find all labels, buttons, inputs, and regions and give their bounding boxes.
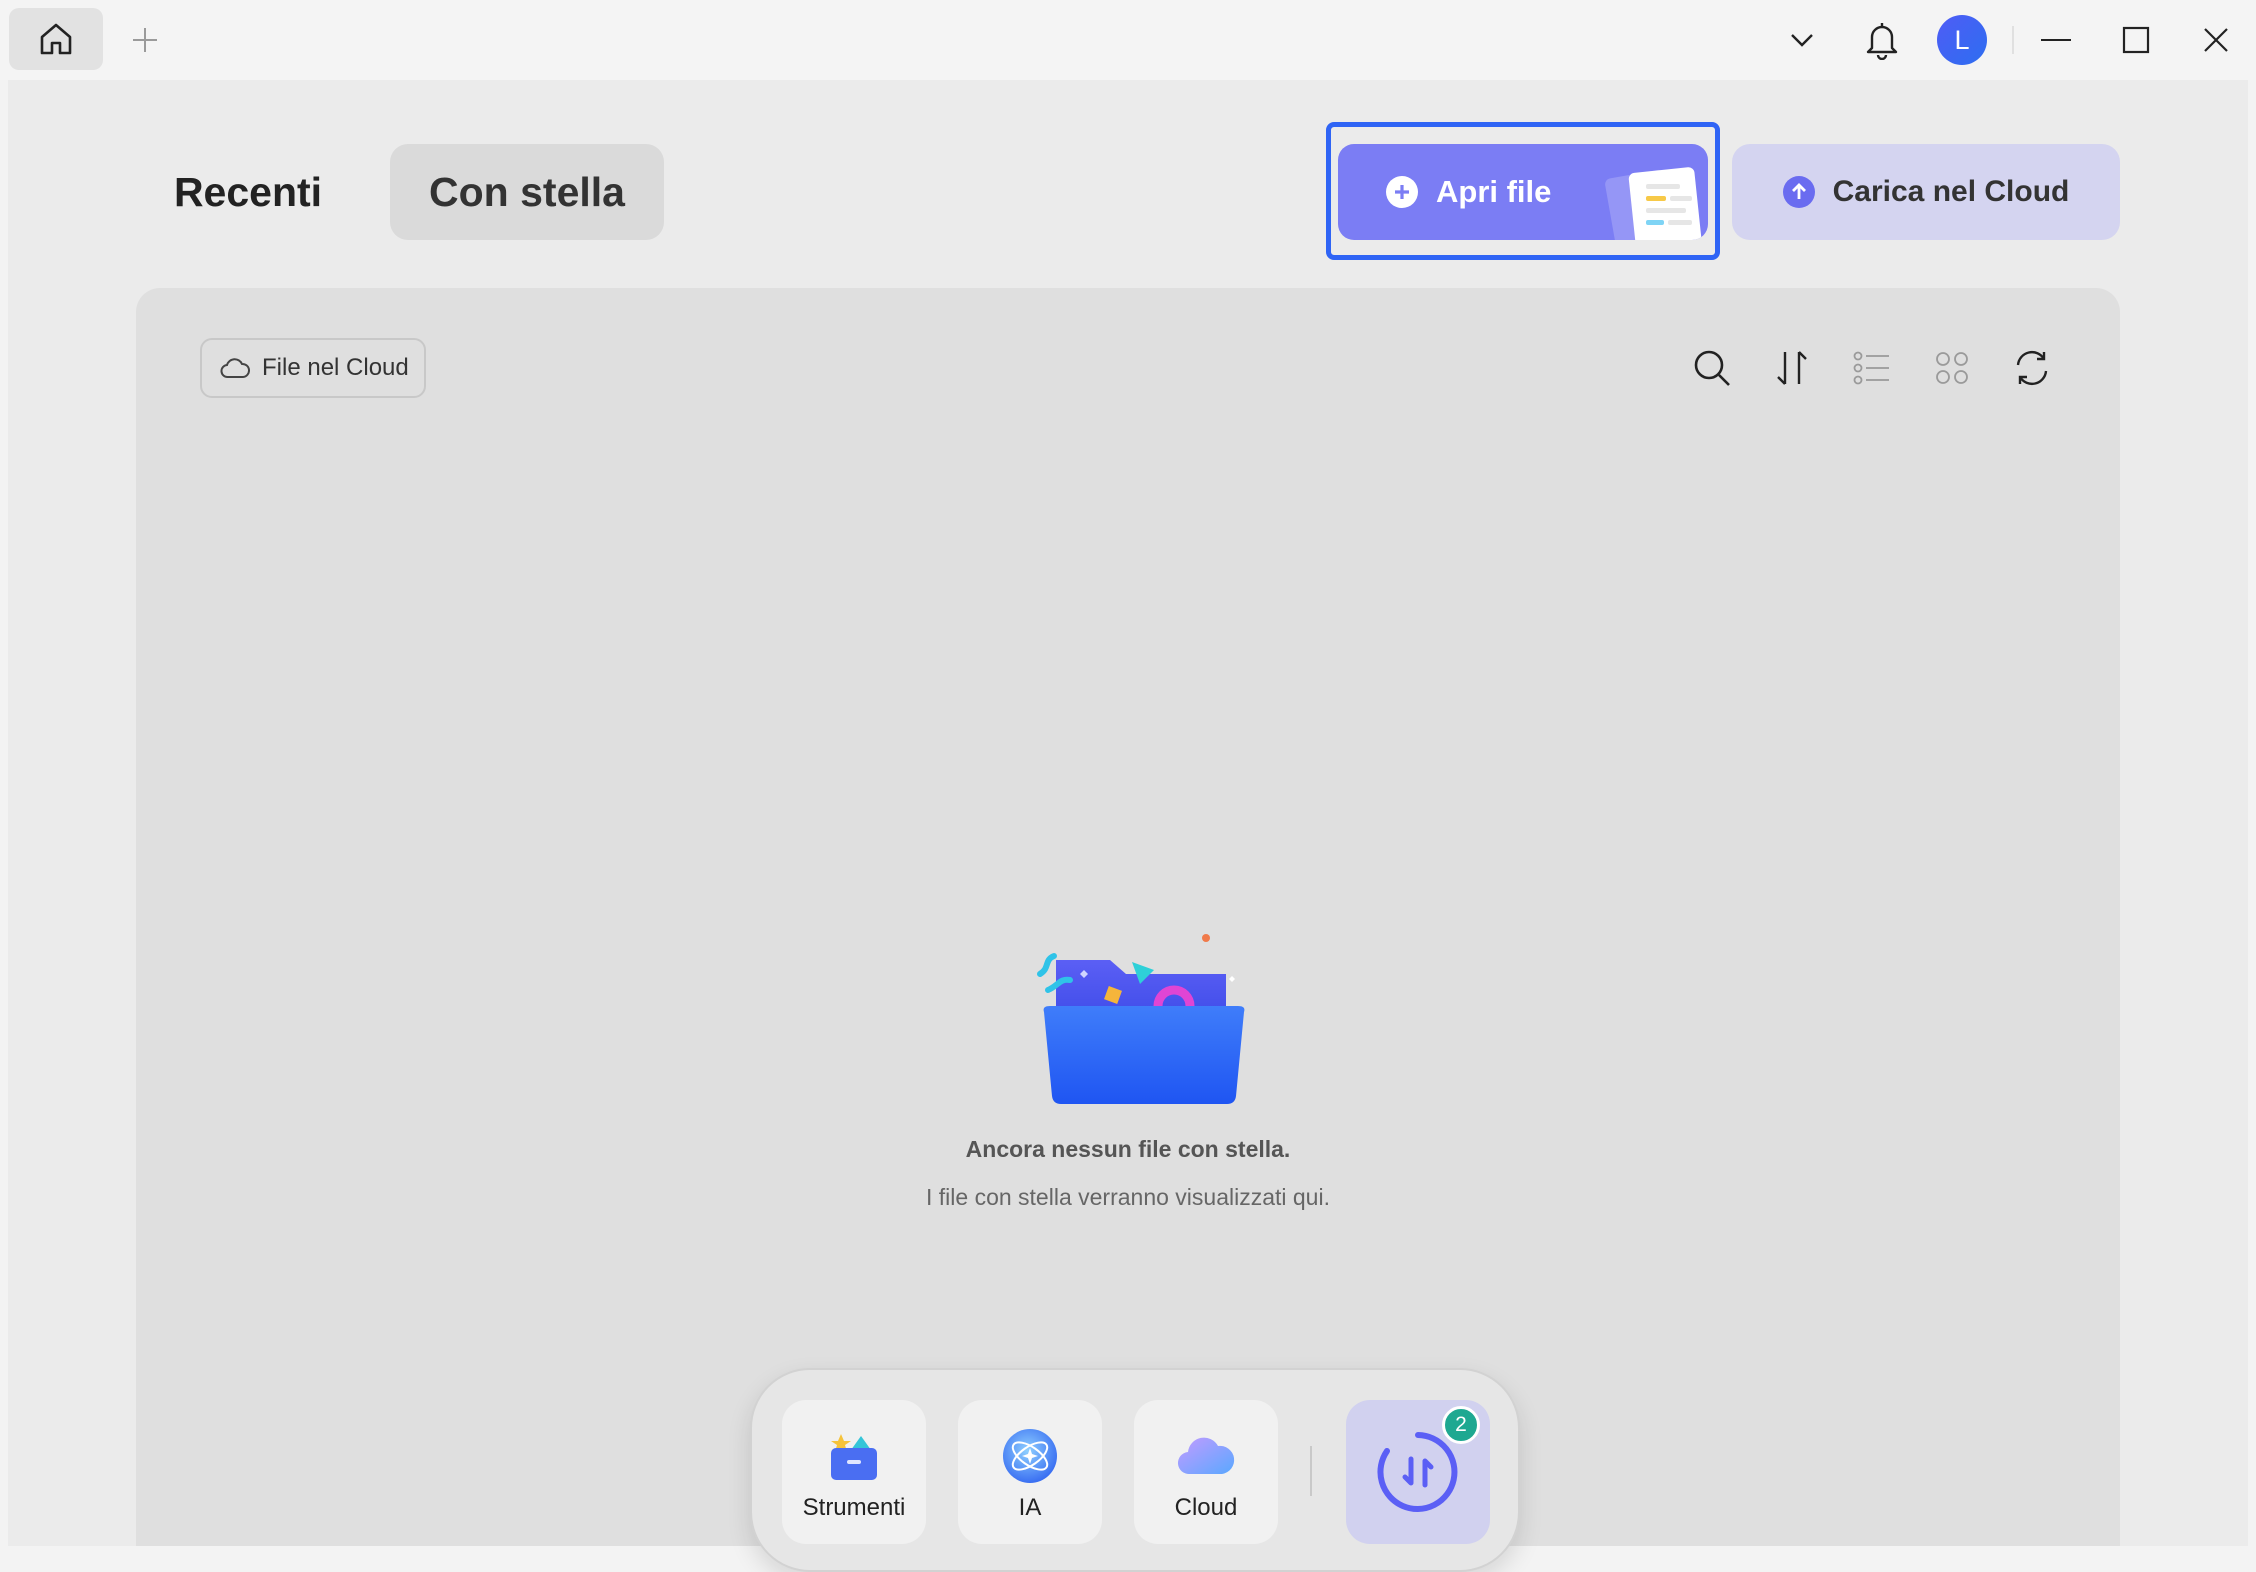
new-tab-button[interactable] xyxy=(125,14,165,66)
grid-view-button[interactable] xyxy=(1926,342,1978,394)
list-view-button[interactable] xyxy=(1846,342,1898,394)
notifications-button[interactable] xyxy=(1854,12,1910,68)
sort-icon xyxy=(1777,351,1807,385)
tabs-dropdown-button[interactable] xyxy=(1774,12,1830,68)
plus-icon xyxy=(133,28,157,52)
empty-folder-illustration-icon xyxy=(1037,934,1245,1104)
cloud-outline-icon xyxy=(220,358,250,378)
search-button[interactable] xyxy=(1686,342,1738,394)
chevron-down-icon xyxy=(1791,34,1813,47)
title-bar: L xyxy=(0,0,2256,80)
sort-button[interactable] xyxy=(1766,342,1818,394)
cloud-files-filter-chip[interactable]: File nel Cloud xyxy=(200,338,426,398)
refresh-icon xyxy=(2016,350,2048,386)
list-view-icon xyxy=(1853,351,1889,385)
refresh-button[interactable] xyxy=(2006,342,2058,394)
open-file-button[interactable]: Apri file xyxy=(1338,144,1708,240)
home-icon xyxy=(40,23,72,55)
tab-recent[interactable]: Recenti xyxy=(138,144,358,240)
tab-starred[interactable]: Con stella xyxy=(390,144,664,240)
dock-item-tools-label: Strumenti xyxy=(802,1494,906,1521)
grid-view-icon xyxy=(1936,352,1968,384)
dock-item-tools[interactable]: Strumenti xyxy=(782,1400,926,1544)
empty-state-subtitle: I file con stella verranno visualizzati … xyxy=(926,1184,1330,1210)
toolbox-icon xyxy=(831,1434,877,1480)
dock-item-ai-label: IA xyxy=(1018,1494,1042,1521)
dock-item-cloud-label: Cloud xyxy=(1174,1494,1238,1521)
bell-icon xyxy=(1866,23,1898,60)
user-avatar[interactable]: L xyxy=(1937,15,1987,65)
maximize-button[interactable] xyxy=(2108,12,2164,68)
dock-item-ai[interactable]: IA xyxy=(958,1400,1102,1544)
open-file-label: Apri file xyxy=(1436,174,1552,209)
search-icon xyxy=(1694,350,1730,386)
empty-state-title: Ancora nessun file con stella. xyxy=(965,1136,1291,1162)
upload-to-cloud-label: Carica nel Cloud xyxy=(1832,175,2070,208)
bottom-dock: Strumenti IA Cloud 2 xyxy=(750,1368,1520,1572)
main-window: Recenti Con stella Apri file Carica nel … xyxy=(8,80,2248,1572)
ai-orb-icon xyxy=(1003,1429,1057,1483)
documents-illustration-icon xyxy=(1605,167,1702,240)
close-button[interactable] xyxy=(2188,12,2244,68)
upload-to-cloud-button[interactable]: Carica nel Cloud xyxy=(1732,144,2120,240)
close-icon xyxy=(2204,28,2228,52)
starred-files-panel: File nel Cloud Ancora nessun file con st… xyxy=(136,288,2120,1546)
dock-item-cloud[interactable]: Cloud xyxy=(1134,1400,1278,1544)
avatar-letter: L xyxy=(1954,24,1970,55)
dock-divider xyxy=(1310,1446,1312,1496)
upload-arrow-icon xyxy=(1782,176,1815,208)
maximize-icon xyxy=(2122,26,2150,54)
minimize-button[interactable] xyxy=(2028,12,2084,68)
cloud-icon xyxy=(1177,1437,1235,1475)
titlebar-divider xyxy=(2012,26,2014,54)
cloud-files-filter-label: File nel Cloud xyxy=(262,354,409,381)
plus-circle-icon xyxy=(1386,176,1418,208)
home-tab[interactable] xyxy=(9,8,103,70)
convert-count-badge: 2 xyxy=(1442,1406,1480,1444)
minimize-icon xyxy=(2041,39,2071,41)
